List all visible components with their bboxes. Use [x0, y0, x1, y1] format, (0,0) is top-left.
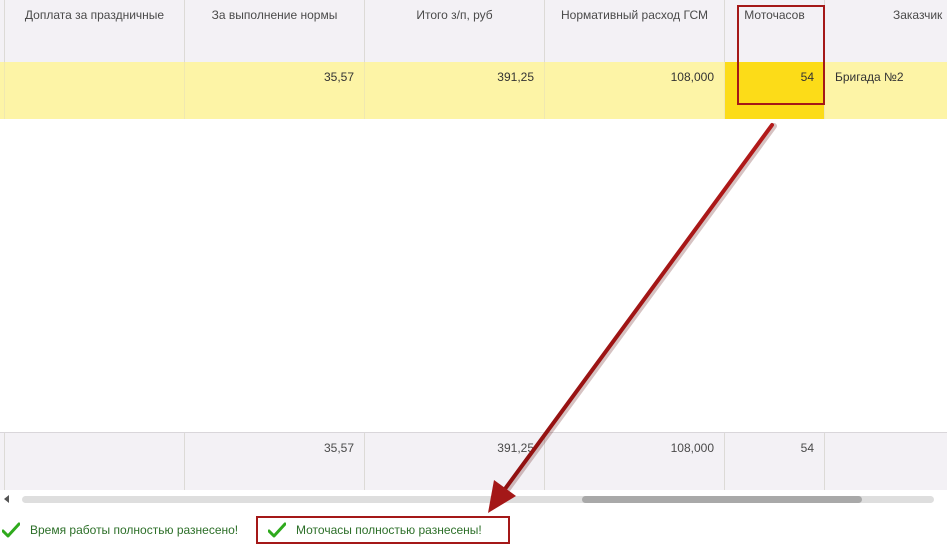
table-totals-row: 35,57 391,25 108,000 54 [0, 432, 947, 491]
check-icon [268, 522, 286, 538]
cell-total-salary[interactable]: 391,25 [365, 62, 545, 119]
total-fuel-norm: 108,000 [545, 433, 725, 491]
chevron-left-icon[interactable] [4, 495, 9, 503]
total-customer [825, 433, 947, 491]
table-empty-area[interactable] [0, 119, 947, 432]
column-header-holiday-pay[interactable]: Доплата за праздничные [5, 0, 185, 62]
scroll-thumb[interactable] [582, 496, 862, 503]
column-header-total-salary[interactable]: Итого з/п, руб [365, 0, 545, 62]
document-form: Доплата за праздничные За выполнение нор… [0, 0, 947, 550]
column-header-fuel-norm[interactable]: Нормативный расход ГСМ [545, 0, 725, 62]
column-header-customer[interactable]: Заказчик [825, 0, 947, 62]
column-header-norm-bonus[interactable]: За выполнение нормы [185, 0, 365, 62]
status-engine-hours: Моточасы полностью разнесены! [256, 516, 510, 544]
status-engine-hours-text: Моточасы полностью разнесены! [296, 523, 482, 537]
total-total-salary: 391,25 [365, 433, 545, 491]
horizontal-scrollbar[interactable] [0, 490, 947, 510]
status-work-time: Время работы полностью разнесено! [0, 516, 238, 544]
status-work-time-text: Время работы полностью разнесено! [30, 523, 239, 537]
cell-norm-bonus[interactable]: 35,57 [185, 62, 365, 119]
cell-fuel-norm[interactable]: 108,000 [545, 62, 725, 119]
total-engine-hours: 54 [725, 433, 825, 491]
status-bar: Время работы полностью разнесено! Моточа… [0, 510, 947, 550]
total-holiday-pay [5, 433, 185, 491]
cell-holiday-pay[interactable] [5, 62, 185, 119]
annotation-highlight-box [737, 5, 825, 105]
cell-customer[interactable]: Бригада №2 [825, 62, 947, 119]
check-icon [2, 522, 20, 538]
total-norm-bonus: 35,57 [185, 433, 365, 491]
